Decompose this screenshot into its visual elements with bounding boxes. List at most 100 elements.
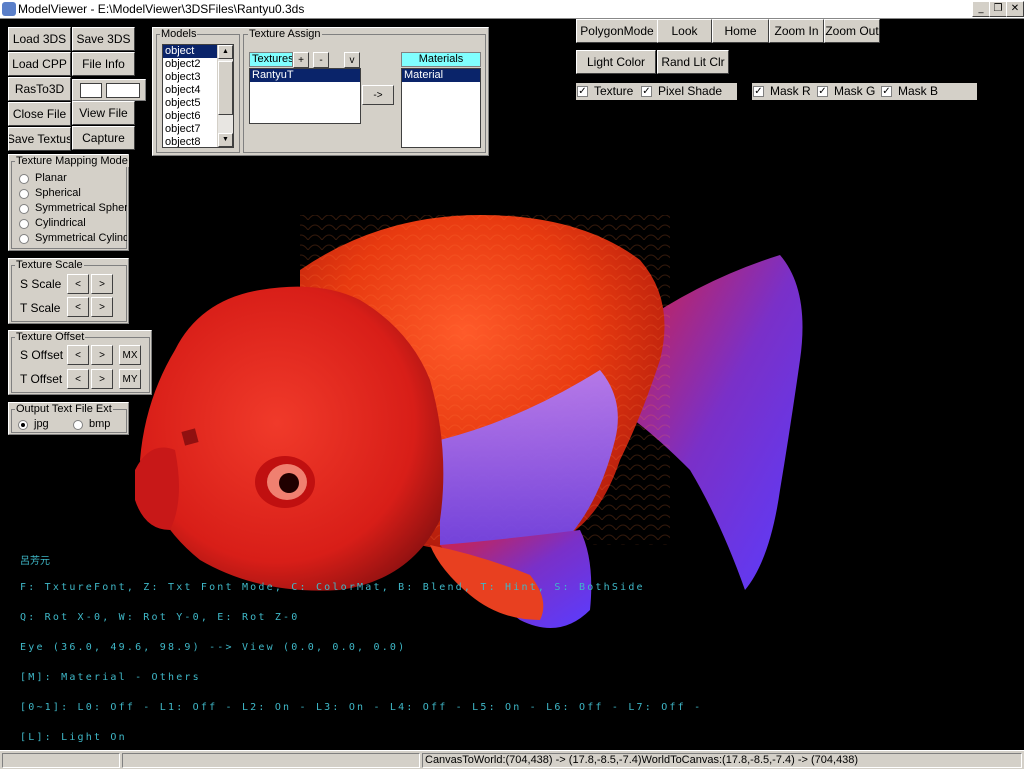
radio-label: Symmetrical Spheric — [35, 202, 127, 214]
ras-to-3d-button[interactable]: RasTo3D — [8, 77, 71, 101]
mask-g-checkbox-label: Mask G — [834, 84, 876, 98]
radio-symmetrical-cylindrical[interactable] — [19, 234, 29, 244]
radio-label: Cylindrical — [35, 217, 86, 229]
s-scale-label: S Scale — [20, 277, 62, 291]
materials-header: Materials — [401, 52, 481, 67]
scroll-thumb[interactable] — [218, 61, 233, 115]
t-offset-increase-button[interactable]: > — [91, 369, 113, 389]
mask-r-checkbox-label: Mask R — [770, 84, 811, 98]
home-button[interactable]: Home — [712, 19, 769, 43]
t-offset-label: T Offset — [20, 372, 63, 386]
rand-lit-clr-button[interactable]: Rand Lit Clr — [657, 50, 729, 74]
polygon-mode-button[interactable]: PolygonMode — [576, 19, 658, 43]
save-texture-button[interactable]: Save Textus — [8, 127, 71, 151]
help-line-material: [M]: Material - Others — [20, 672, 201, 683]
output-ext-label: Output Text File Ext — [15, 403, 113, 415]
zoom-out-button[interactable]: Zoom Out — [824, 19, 880, 43]
texture-checkbox[interactable]: ✓ — [577, 86, 588, 97]
my-button[interactable]: MY — [119, 369, 141, 389]
help-line-eye: Eye (36.0, 49.6, 98.9) --> View (0.0, 0.… — [20, 642, 407, 653]
minimize-icon[interactable]: _ — [972, 1, 990, 17]
close-file-button[interactable]: Close File — [8, 102, 71, 126]
texture-options-strip: ✓ Texture ✓ Pixel Shade — [576, 83, 737, 100]
radio-planar[interactable] — [19, 174, 29, 184]
close-icon[interactable]: ✕ — [1006, 1, 1024, 17]
s-offset-increase-button[interactable]: > — [91, 345, 113, 365]
pixel-shade-checkbox[interactable]: ✓ — [641, 86, 652, 97]
radio-cylindrical[interactable] — [19, 219, 29, 229]
scroll-up-icon[interactable]: ▲ — [218, 45, 233, 59]
pixel-shade-checkbox-label: Pixel Shade — [658, 84, 723, 98]
texture-assign-label: Texture Assign — [248, 28, 322, 40]
texture-offset-label: Texture Offset — [15, 331, 86, 343]
light-color-button[interactable]: Light Color — [576, 50, 656, 74]
title-bar: ModelViewer - E:\ModelViewer\3DSFiles\Ra… — [0, 0, 1024, 19]
mapping-mode-label: Texture Mapping Mode — [15, 155, 129, 167]
app-icon — [2, 2, 16, 16]
texture-scale-label: Texture Scale — [15, 259, 84, 271]
save-3ds-button[interactable]: Save 3DS — [72, 27, 135, 51]
textures-list[interactable]: RantyuT — [249, 68, 361, 124]
mx-button[interactable]: MX — [119, 345, 141, 365]
help-line-keys: F: TxtureFont, Z: Txt Font Mode, C: Colo… — [20, 582, 645, 593]
radio-label: jpg — [34, 418, 49, 430]
file-info-button[interactable]: File Info — [72, 52, 135, 76]
assign-texture-button[interactable]: -> — [362, 85, 394, 105]
texture-checkbox-label: Texture — [594, 84, 634, 98]
status-cell-1 — [2, 753, 120, 768]
mask-options-strip: ✓ Mask R ✓ Mask G ✓ Mask B — [752, 83, 977, 100]
mask-g-checkbox[interactable]: ✓ — [817, 86, 828, 97]
models-scrollbar[interactable]: ▲ ▼ — [217, 45, 233, 147]
t-scale-increase-button[interactable]: > — [91, 297, 113, 317]
textures-header: Textures — [249, 52, 293, 67]
radio-label: bmp — [89, 418, 111, 430]
help-line-rotation: Q: Rot X-0, W: Rot Y-0, E: Rot Z-0 — [20, 612, 300, 623]
view-file-field-1[interactable] — [80, 83, 102, 98]
radio-label: Symmetrical Cylindri — [35, 232, 127, 244]
t-scale-label: T Scale — [20, 301, 61, 315]
radio-symmetrical-spherical[interactable] — [19, 204, 29, 214]
t-scale-decrease-button[interactable]: < — [67, 297, 89, 317]
scroll-down-icon[interactable]: ▼ — [218, 133, 233, 147]
models-list[interactable]: object object2 object3 object4 object5 o… — [162, 44, 234, 148]
radio-spherical[interactable] — [19, 189, 29, 199]
view-file-button[interactable]: View File — [72, 101, 135, 125]
s-scale-decrease-button[interactable]: < — [67, 274, 89, 294]
radio-bmp[interactable] — [73, 420, 83, 430]
radio-jpg[interactable] — [18, 420, 28, 430]
remove-texture-button[interactable]: - — [313, 52, 329, 68]
look-button[interactable]: Look — [657, 19, 712, 43]
models-label: Models — [160, 28, 198, 40]
mask-b-checkbox[interactable]: ✓ — [881, 86, 892, 97]
mapping-mode-panel: Texture Mapping Mode Planar Spherical Sy… — [8, 154, 129, 251]
mask-b-checkbox-label: Mask B — [898, 84, 939, 98]
status-cell-2 — [122, 753, 420, 768]
status-coords: CanvasToWorld:(704,438) -> (17.8,-8.5,-7… — [422, 753, 1022, 768]
mask-r-checkbox[interactable]: ✓ — [753, 86, 764, 97]
t-offset-decrease-button[interactable]: < — [67, 369, 89, 389]
capture-button[interactable]: Capture — [72, 126, 135, 150]
status-bar: CanvasToWorld:(704,438) -> (17.8,-8.5,-7… — [0, 750, 1024, 769]
models-texture-panel: Models object object2 object3 object4 ob… — [152, 27, 489, 156]
view-file-field-2[interactable] — [106, 83, 140, 98]
s-offset-decrease-button[interactable]: < — [67, 345, 89, 365]
texture-offset-panel: Texture Offset S Offset < > MX T Offset … — [8, 330, 152, 395]
add-texture-button[interactable]: + — [293, 52, 309, 68]
radio-label: Spherical — [35, 187, 81, 199]
load-3ds-button[interactable]: Load 3DS — [8, 27, 71, 51]
restore-icon[interactable]: ❐ — [989, 1, 1007, 17]
texture-dropdown-button[interactable]: v — [344, 52, 360, 68]
output-ext-panel: Output Text File Ext jpg bmp — [8, 402, 129, 435]
s-scale-increase-button[interactable]: > — [91, 274, 113, 294]
load-cpp-button[interactable]: Load CPP — [8, 52, 71, 76]
radio-label: Planar — [35, 172, 67, 184]
help-line-lights: [0~1]: L0: Off - L1: Off - L2: On - L3: … — [20, 702, 703, 713]
help-line-light-toggle: [L]: Light On — [20, 732, 127, 743]
author-text: 呂芳元 — [20, 556, 50, 567]
materials-list[interactable]: Material — [401, 68, 481, 148]
list-item[interactable]: Material — [402, 69, 480, 82]
texture-scale-panel: Texture Scale S Scale < > T Scale < > — [8, 258, 129, 324]
list-item[interactable]: RantyuT — [250, 69, 360, 82]
window-title: ModelViewer - E:\ModelViewer\3DSFiles\Ra… — [18, 2, 305, 16]
zoom-in-button[interactable]: Zoom In — [769, 19, 824, 43]
